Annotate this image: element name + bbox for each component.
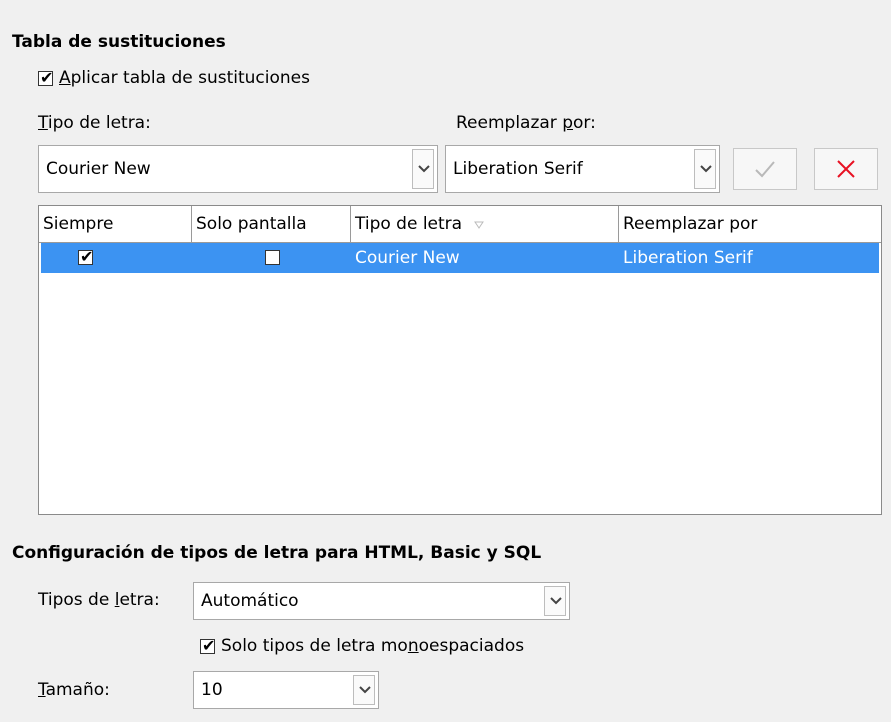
always-checkbox[interactable]: ✔ xyxy=(78,247,94,266)
html-fonts-section-title: Configuración de tipos de letra para HTM… xyxy=(12,543,542,563)
replace-with-label: Reemplazar por: xyxy=(456,113,596,133)
font-combo[interactable]: Courier New xyxy=(38,145,438,193)
substitution-section-title: Tabla de sustituciones xyxy=(12,32,226,52)
fonts-label: Tipos de letra: xyxy=(38,590,160,610)
apply-substitution-checkbox[interactable]: ✔ Aplicar tabla de sustituciones xyxy=(38,68,310,88)
column-header-font-label: Tipo de letra xyxy=(355,214,463,234)
replace-with-combo-dropdown-button[interactable] xyxy=(694,149,716,189)
size-combo-dropdown-button[interactable] xyxy=(353,675,375,705)
monospaced-only-checkbox-box[interactable]: ✔ xyxy=(200,635,216,655)
monospaced-only-label: Solo tipos de letra monoespaciados xyxy=(221,636,525,656)
column-header-screen-only[interactable]: Solo pantalla xyxy=(192,206,351,242)
table-row[interactable]: ✔ Courier New Liberation Serif xyxy=(41,243,879,273)
replace-with-combo[interactable]: Liberation Serif xyxy=(445,145,720,193)
screen-only-checkbox[interactable] xyxy=(265,250,280,265)
size-combo[interactable]: 10 xyxy=(193,671,379,709)
fonts-combo-dropdown-button[interactable] xyxy=(544,586,566,616)
row-font-cell: Courier New xyxy=(355,248,460,268)
font-combo-value: Courier New xyxy=(46,159,151,179)
chevron-down-icon xyxy=(550,597,562,605)
checkmark-icon: ✔ xyxy=(202,635,216,655)
chevron-down-icon xyxy=(700,165,712,173)
font-label: Tipo de letra: xyxy=(38,113,151,133)
monospaced-only-checkbox[interactable]: ✔ Solo tipos de letra monoespaciados xyxy=(200,636,524,656)
column-header-replace-with[interactable]: Reemplazar por xyxy=(619,206,881,242)
checkmark-icon: ✔ xyxy=(80,247,94,266)
size-label: Tamaño: xyxy=(38,680,110,700)
fonts-combo[interactable]: Automático xyxy=(193,582,570,620)
close-icon xyxy=(837,160,855,178)
sort-descending-icon xyxy=(473,221,484,229)
chevron-down-icon xyxy=(359,686,371,694)
fonts-combo-value: Automático xyxy=(201,591,299,611)
checkmark-icon xyxy=(755,161,775,178)
replace-with-combo-value: Liberation Serif xyxy=(453,159,583,179)
delete-button[interactable] xyxy=(814,148,878,190)
apply-substitution-label: Aplicar tabla de sustituciones xyxy=(59,68,310,88)
apply-substitution-checkbox-box[interactable]: ✔ xyxy=(38,67,54,87)
substitution-table[interactable]: Siempre Solo pantalla Tipo de letra Reem… xyxy=(38,205,882,515)
column-header-font[interactable]: Tipo de letra xyxy=(351,206,619,242)
font-combo-dropdown-button[interactable] xyxy=(412,149,434,189)
checkmark-icon: ✔ xyxy=(40,67,54,87)
size-combo-value: 10 xyxy=(201,680,223,700)
chevron-down-icon xyxy=(418,165,430,173)
table-header: Siempre Solo pantalla Tipo de letra Reem… xyxy=(39,206,881,243)
apply-button[interactable] xyxy=(733,148,797,190)
row-replace-cell: Liberation Serif xyxy=(623,248,753,268)
column-header-always[interactable]: Siempre xyxy=(39,206,192,242)
